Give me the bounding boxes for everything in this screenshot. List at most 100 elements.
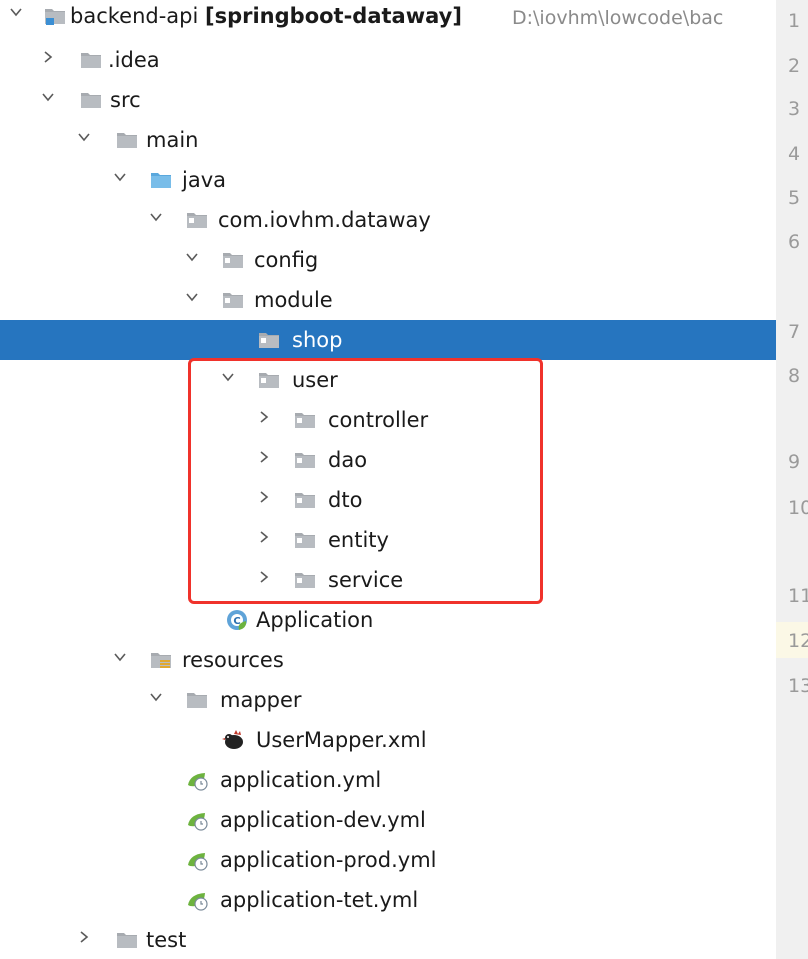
package-label: controller bbox=[328, 408, 429, 432]
package-label: entity bbox=[328, 528, 389, 552]
project-module: [springboot-dataway] bbox=[205, 4, 462, 28]
chevron-right-icon[interactable] bbox=[258, 531, 270, 543]
package-icon bbox=[294, 569, 316, 591]
line-number: 1 bbox=[788, 10, 801, 32]
tree-row-service[interactable]: service bbox=[0, 560, 776, 600]
chevron-down-icon[interactable] bbox=[150, 691, 162, 703]
package-label: com.iovhm.dataway bbox=[218, 208, 431, 232]
file-label: application-dev.yml bbox=[220, 808, 426, 832]
chevron-down-icon[interactable] bbox=[114, 651, 126, 663]
tree-row-main[interactable]: main bbox=[0, 120, 776, 160]
line-number: 3 bbox=[788, 98, 801, 120]
chevron-down-icon[interactable] bbox=[186, 291, 198, 303]
module-folder-icon bbox=[44, 5, 66, 27]
tree-row-module[interactable]: module bbox=[0, 280, 776, 320]
chevron-down-icon[interactable] bbox=[42, 91, 54, 103]
package-icon bbox=[258, 369, 280, 391]
package-icon bbox=[222, 289, 244, 311]
package-icon bbox=[222, 249, 244, 271]
chevron-down-icon[interactable] bbox=[78, 131, 90, 143]
folder-icon bbox=[80, 49, 102, 71]
tree-row-shop[interactable]: shop bbox=[0, 320, 776, 360]
line-number: 2 bbox=[788, 55, 801, 77]
tree-row-dto[interactable]: dto bbox=[0, 480, 776, 520]
tree-row-entity[interactable]: entity bbox=[0, 520, 776, 560]
chevron-down-icon[interactable] bbox=[150, 211, 162, 223]
folder-icon bbox=[80, 89, 102, 111]
line-number: 6 bbox=[788, 231, 801, 253]
line-number: 5 bbox=[788, 187, 801, 209]
file-label: application-prod.yml bbox=[220, 848, 437, 872]
line-number: 8 bbox=[788, 365, 801, 387]
source-root-folder-icon bbox=[150, 169, 172, 191]
tree-row-app-dev-yml[interactable]: application-dev.yml bbox=[0, 800, 776, 840]
chevron-right-icon[interactable] bbox=[258, 571, 270, 583]
chevron-down-icon[interactable] bbox=[222, 371, 234, 383]
package-icon bbox=[294, 489, 316, 511]
package-label: shop bbox=[292, 328, 343, 352]
folder-icon bbox=[186, 689, 208, 711]
chevron-right-icon[interactable] bbox=[258, 451, 270, 463]
chevron-down-icon[interactable] bbox=[186, 251, 198, 263]
mybatis-bird-icon bbox=[222, 729, 244, 751]
chevron-down-icon[interactable] bbox=[10, 6, 22, 18]
spring-boot-class-icon bbox=[226, 609, 248, 631]
tree-row-project[interactable]: backend-api [springboot-dataway] D:\iovh… bbox=[0, 0, 776, 36]
spring-yml-icon bbox=[186, 809, 208, 831]
folder-label: src bbox=[110, 88, 141, 112]
spring-yml-icon bbox=[186, 889, 208, 911]
resources-folder-icon bbox=[150, 649, 172, 671]
line-number: 4 bbox=[788, 143, 801, 165]
tree-row-java[interactable]: java bbox=[0, 160, 776, 200]
line-number: 9 bbox=[788, 451, 801, 473]
spring-yml-icon bbox=[186, 769, 208, 791]
folder-label: java bbox=[182, 168, 226, 192]
chevron-right-icon[interactable] bbox=[78, 931, 90, 943]
line-number: 13 bbox=[788, 675, 808, 697]
tree-row-usermapper[interactable]: UserMapper.xml bbox=[0, 720, 776, 760]
project-tree: backend-api [springboot-dataway] D:\iovh… bbox=[0, 0, 776, 959]
folder-label: mapper bbox=[220, 688, 302, 712]
folder-icon bbox=[116, 929, 138, 951]
package-label: service bbox=[328, 568, 404, 592]
package-label: config bbox=[254, 248, 319, 272]
tree-row-app-yml[interactable]: application.yml bbox=[0, 760, 776, 800]
tree-row-user[interactable]: user bbox=[0, 360, 776, 400]
line-number: 7 bbox=[788, 321, 801, 343]
spring-yml-icon bbox=[186, 849, 208, 871]
tree-row-test[interactable]: test bbox=[0, 920, 776, 959]
tree-row-mapper[interactable]: mapper bbox=[0, 680, 776, 720]
file-label: application.yml bbox=[220, 768, 382, 792]
package-icon bbox=[294, 529, 316, 551]
chevron-right-icon[interactable] bbox=[258, 411, 270, 423]
tree-row-controller[interactable]: controller bbox=[0, 400, 776, 440]
tree-row-resources[interactable]: resources bbox=[0, 640, 776, 680]
line-number: 12 bbox=[788, 630, 808, 652]
chevron-right-icon[interactable] bbox=[258, 491, 270, 503]
package-label: dto bbox=[328, 488, 363, 512]
folder-label: test bbox=[146, 928, 187, 952]
chevron-right-icon[interactable] bbox=[42, 51, 54, 63]
tree-row-config[interactable]: config bbox=[0, 240, 776, 280]
package-icon bbox=[186, 209, 208, 231]
tree-row-dao[interactable]: dao bbox=[0, 440, 776, 480]
tree-row-app-prod-yml[interactable]: application-prod.yml bbox=[0, 840, 776, 880]
chevron-down-icon[interactable] bbox=[114, 171, 126, 183]
package-label: module bbox=[254, 288, 333, 312]
tree-row-application[interactable]: Application bbox=[0, 600, 776, 640]
folder-label: main bbox=[146, 128, 199, 152]
folder-label: .idea bbox=[108, 48, 160, 72]
tree-row-idea[interactable]: .idea bbox=[0, 40, 776, 80]
tree-row-app-tet-yml[interactable]: application-tet.yml bbox=[0, 880, 776, 920]
tree-row-src[interactable]: src bbox=[0, 80, 776, 120]
tree-row-package[interactable]: com.iovhm.dataway bbox=[0, 200, 776, 240]
class-label: Application bbox=[256, 608, 374, 632]
file-label: UserMapper.xml bbox=[256, 728, 427, 752]
package-icon bbox=[258, 329, 280, 351]
package-label: user bbox=[292, 368, 338, 392]
folder-label: resources bbox=[182, 648, 284, 672]
package-label: dao bbox=[328, 448, 368, 472]
line-number: 10 bbox=[788, 497, 808, 519]
file-label: application-tet.yml bbox=[220, 888, 419, 912]
package-icon bbox=[294, 409, 316, 431]
